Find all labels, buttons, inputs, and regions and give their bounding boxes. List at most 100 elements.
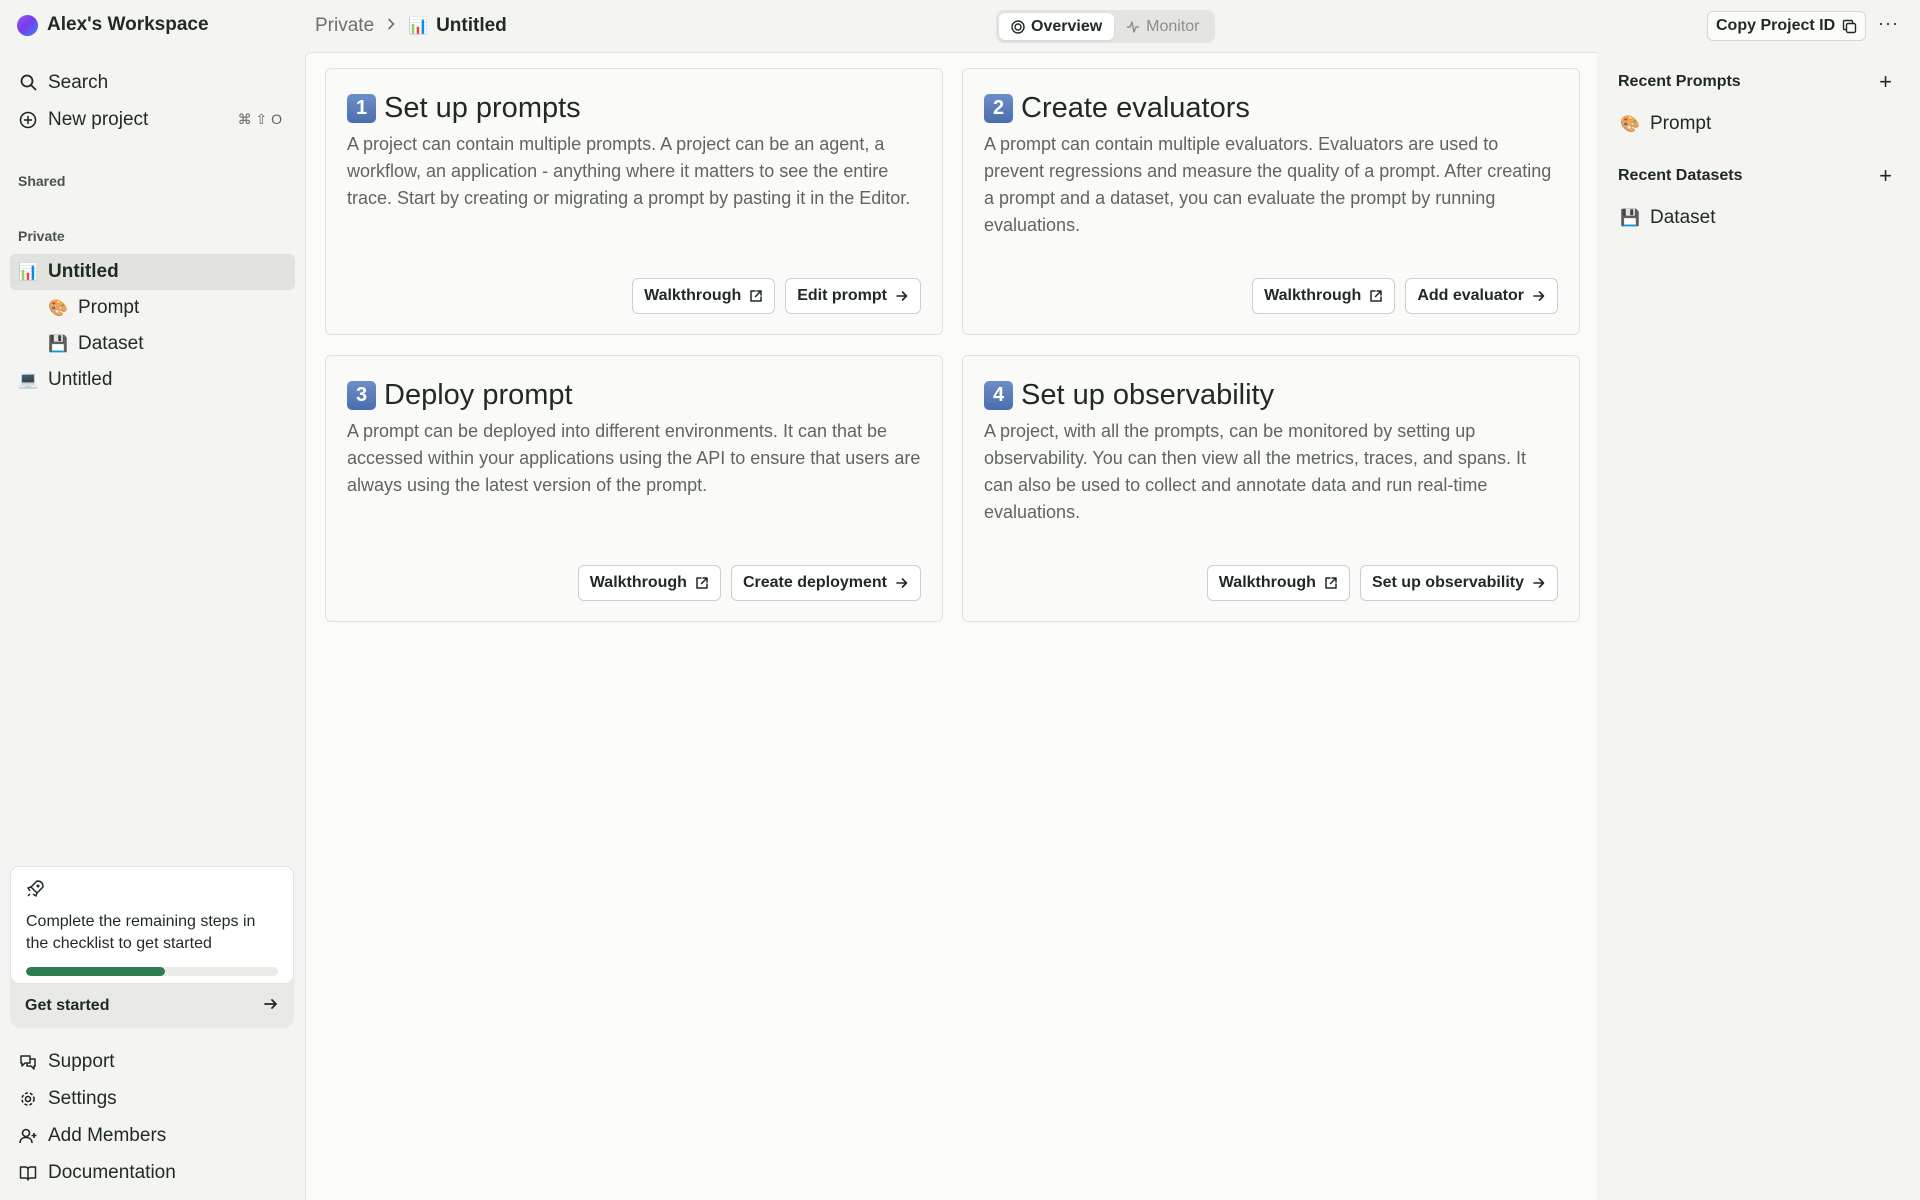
workspace-logo <box>17 14 38 36</box>
recent-datasets-title: Recent Datasets <box>1618 167 1743 184</box>
recent-datasets-header: Recent Datasets + <box>1597 163 1920 189</box>
section-private: Private <box>18 228 65 244</box>
tab-overview[interactable]: Overview <box>999 13 1115 40</box>
getting-started-body: Complete the remaining steps in the chec… <box>10 866 294 984</box>
external-link-icon <box>749 289 763 303</box>
project-item-untitled-2[interactable]: 💻 Untitled <box>10 362 295 398</box>
card-description: A prompt can contain multiple evaluators… <box>984 134 1552 235</box>
target-icon <box>1011 19 1025 34</box>
card-actions: Walkthrough Create deployment <box>577 565 921 601</box>
new-project-shortcut: ⌘ ⇧ O <box>237 111 282 127</box>
right-panel: Recent Prompts + 🎨 Prompt Recent Dataset… <box>1597 52 1920 1200</box>
arrow-right-icon <box>263 996 279 1017</box>
chat-bubbles-icon <box>19 1053 37 1071</box>
arrow-right-icon <box>895 289 909 303</box>
breadcrumb-current[interactable]: 📊 Untitled <box>408 15 507 37</box>
plus-circle-icon <box>19 111 37 129</box>
card-title-text: Create evaluators <box>1021 91 1250 124</box>
laptop-icon: 💻 <box>18 372 38 389</box>
get-started-button[interactable]: Get started <box>10 984 294 1028</box>
tab-overview-label: Overview <box>1031 17 1103 35</box>
walkthrough-label: Walkthrough <box>1264 287 1362 304</box>
card-title: 4 Set up observability <box>984 376 1558 414</box>
project-item-dataset[interactable]: 💾 Dataset <box>10 326 295 362</box>
settings-label: Settings <box>48 1087 117 1109</box>
recent-prompt-label: Prompt <box>1650 113 1712 134</box>
project-label: Untitled <box>48 261 119 282</box>
step-card-deploy-prompt: 3 Deploy prompt A prompt can be deployed… <box>325 355 943 622</box>
arrow-right-icon <box>1532 289 1546 303</box>
walkthrough-button[interactable]: Walkthrough <box>1252 278 1396 314</box>
recent-dataset-label: Dataset <box>1650 207 1716 228</box>
top-bar: Private 📊 Untitled Overview Monitor Copy… <box>305 0 1920 52</box>
setup-observability-button[interactable]: Set up observability <box>1359 565 1558 601</box>
gear-icon <box>19 1090 37 1108</box>
get-started-label: Get started <box>25 997 110 1014</box>
add-members-nav-item[interactable]: Add Members <box>0 1117 305 1154</box>
walkthrough-label: Walkthrough <box>589 574 687 591</box>
add-members-label: Add Members <box>48 1124 167 1146</box>
bar-chart-icon: 📊 <box>18 264 38 281</box>
step-number-badge: 2 <box>984 93 1013 123</box>
search-icon <box>19 74 37 92</box>
card-title-text: Set up observability <box>1021 378 1275 411</box>
action-label: Create deployment <box>742 574 887 591</box>
add-prompt-button[interactable]: + <box>1879 69 1892 95</box>
getting-started-card: Complete the remaining steps in the chec… <box>10 866 294 1028</box>
activity-icon <box>1126 20 1140 34</box>
card-description: A project can contain multiple prompts. … <box>347 134 911 208</box>
walkthrough-button[interactable]: Walkthrough <box>1206 565 1350 601</box>
progress-fill <box>26 967 165 976</box>
external-link-icon <box>1324 576 1338 590</box>
palette-icon: 🎨 <box>48 300 68 317</box>
chevron-right-icon <box>386 17 396 35</box>
walkthrough-label: Walkthrough <box>644 287 742 304</box>
floppy-disk-icon: 💾 <box>1620 210 1640 227</box>
edit-prompt-button[interactable]: Edit prompt <box>785 278 921 314</box>
workspace-switcher[interactable]: Alex's Workspace <box>0 0 305 50</box>
settings-nav-item[interactable]: Settings <box>0 1080 305 1117</box>
bar-chart-icon: 📊 <box>408 18 429 35</box>
card-title: 1 Set up prompts <box>347 89 921 127</box>
arrow-right-icon <box>895 576 909 590</box>
project-label: Untitled <box>48 369 113 390</box>
create-deployment-button[interactable]: Create deployment <box>730 565 921 601</box>
support-label: Support <box>48 1050 115 1072</box>
new-project-button[interactable]: New project ⌘ ⇧ O <box>0 101 305 138</box>
walkthrough-button[interactable]: Walkthrough <box>632 278 776 314</box>
copy-project-id-button[interactable]: Copy Project ID <box>1707 11 1867 41</box>
recent-prompt-item[interactable]: 🎨 Prompt <box>1597 106 1920 142</box>
add-evaluator-button[interactable]: Add evaluator <box>1405 278 1558 314</box>
user-plus-icon <box>19 1127 37 1145</box>
project-item-untitled[interactable]: 📊 Untitled <box>10 254 295 290</box>
more-options-button[interactable]: ··· <box>1878 13 1899 34</box>
support-nav-item[interactable]: Support <box>0 1043 305 1080</box>
card-description: A prompt can be deployed into different … <box>347 421 921 495</box>
new-project-label: New project <box>48 108 149 130</box>
book-icon <box>19 1164 37 1182</box>
step-number-badge: 3 <box>347 380 376 410</box>
action-label: Edit prompt <box>797 287 887 304</box>
search-nav-item[interactable]: Search <box>0 64 305 101</box>
step-number-badge: 4 <box>984 380 1013 410</box>
documentation-nav-item[interactable]: Documentation <box>0 1154 305 1191</box>
recent-prompts-header: Recent Prompts + <box>1597 69 1920 95</box>
breadcrumb-root[interactable]: Private <box>315 15 374 37</box>
external-link-icon <box>1369 289 1383 303</box>
project-label: Prompt <box>78 297 140 318</box>
breadcrumb-current-label: Untitled <box>436 15 507 36</box>
action-label: Add evaluator <box>1417 287 1524 304</box>
recent-dataset-item[interactable]: 💾 Dataset <box>1597 200 1920 236</box>
copy-icon <box>1842 19 1857 34</box>
project-item-prompt[interactable]: 🎨 Prompt <box>10 290 295 326</box>
documentation-label: Documentation <box>48 1161 176 1183</box>
step-card-setup-prompts: 1 Set up prompts A project can contain m… <box>325 68 943 335</box>
action-label: Set up observability <box>1371 574 1524 591</box>
card-actions: Walkthrough Edit prompt <box>632 278 921 314</box>
view-toggle: Overview Monitor <box>996 10 1215 43</box>
breadcrumb: Private 📊 Untitled <box>315 0 507 52</box>
add-dataset-button[interactable]: + <box>1879 163 1892 189</box>
tab-monitor[interactable]: Monitor <box>1114 13 1211 40</box>
step-card-observability: 4 Set up observability A project, with a… <box>962 355 1580 622</box>
walkthrough-button[interactable]: Walkthrough <box>577 565 721 601</box>
